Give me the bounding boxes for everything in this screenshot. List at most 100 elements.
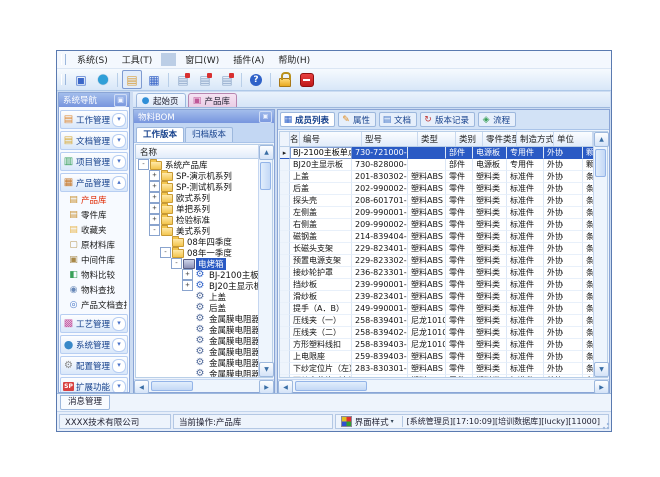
tree-horizontal-scrollbar[interactable]: ◀ ▶ (134, 379, 274, 392)
sidebar-options-icon[interactable]: ▣ (114, 94, 127, 107)
sidebar-entry[interactable]: 中间件库 (60, 252, 128, 267)
sidebar-entry[interactable]: 产品文档查找 (60, 297, 128, 312)
toolbar-button[interactable] (173, 70, 193, 89)
tree-expander-icon[interactable] (182, 368, 193, 377)
sidebar-entry[interactable]: 工艺管理 ▾ (60, 314, 128, 333)
tree-node[interactable]: 金属膜电阻器 (136, 368, 258, 377)
toolbar-button[interactable] (297, 70, 317, 89)
member-tab[interactable]: 属性 (338, 112, 376, 127)
tree-node[interactable]: 上盖 (136, 291, 258, 302)
tree-expander-icon[interactable]: - (160, 247, 171, 258)
tree-expander-icon[interactable] (182, 357, 193, 368)
scrollbar-thumb[interactable] (595, 149, 606, 177)
tree-column-header[interactable]: 名称 (136, 145, 258, 159)
tree-expander-icon[interactable] (182, 346, 193, 357)
sidebar-entry[interactable]: 物料查找 (60, 282, 128, 297)
menu-item[interactable]: 系统(S) (70, 52, 115, 67)
dropdown-arrow-icon[interactable]: ▾ (391, 418, 394, 425)
sidebar-entry[interactable]: 产品管理 ▴ (60, 173, 128, 192)
tree-node[interactable]: + BJ-2100主板单点 (136, 269, 258, 280)
tree-expander-icon[interactable] (182, 324, 193, 335)
message-manager-tab[interactable]: 消息管理 (60, 395, 110, 410)
chevron-icon[interactable]: ▾ (112, 134, 126, 148)
document-tab[interactable]: 产品库 (188, 93, 238, 107)
member-tab[interactable]: 文档 (379, 112, 417, 127)
resize-grip[interactable] (600, 420, 610, 430)
menu-item[interactable]: 插件(A) (226, 52, 271, 67)
sidebar-entry[interactable]: 产品库 (60, 192, 128, 207)
chevron-icon[interactable]: ▾ (112, 113, 126, 127)
tree-vertical-scrollbar[interactable]: ▲ ▼ (258, 145, 272, 377)
column-header[interactable]: 制造方式 (517, 132, 554, 146)
tree-expander-icon[interactable]: + (149, 192, 160, 203)
toolbar-button[interactable] (93, 70, 113, 89)
scroll-down-icon[interactable]: ▼ (594, 362, 609, 377)
menu-item[interactable] (161, 53, 176, 66)
column-header[interactable]: 类型 (418, 132, 456, 146)
document-tab[interactable]: 起始页 (136, 93, 186, 107)
tree-expander-icon[interactable] (182, 335, 193, 346)
sidebar-entry[interactable]: 零件库 (60, 207, 128, 222)
toolbar-button[interactable] (270, 73, 271, 87)
tree-node[interactable]: - 08年一季度 (136, 247, 258, 258)
table-row[interactable]: 压线夹（二） 258-839402-00I 尼龙1010 零件 塑料类 标准件 … (280, 327, 593, 339)
table-row[interactable]: 右侧盖 209-990002-01I 塑料ABS 零件 塑料类 标准件 外协 条 (280, 219, 593, 231)
sidebar-entry[interactable]: 系统管理 ▾ (60, 335, 128, 354)
interface-style-label[interactable]: 界面样式 (355, 416, 389, 428)
tree-node[interactable]: + BJ20主显示板 (136, 280, 258, 291)
scrollbar-thumb[interactable] (295, 381, 367, 391)
tree-node[interactable]: + SP-演示机系列 (136, 170, 258, 181)
toolbar-button[interactable] (195, 70, 215, 89)
toolbar-grip[interactable] (61, 74, 66, 85)
tree-node[interactable]: - 美式系列 (136, 225, 258, 236)
tree-expander-icon[interactable] (160, 236, 171, 247)
sidebar-entry[interactable]: 配置管理 ▾ (60, 356, 128, 375)
sidebar-entry[interactable]: 工作管理 ▾ (60, 110, 128, 129)
toolbar-button[interactable] (71, 70, 91, 89)
sidebar-entry[interactable]: 收藏夹 (60, 222, 128, 237)
table-row[interactable]: 长磁头支架 229-823401-00I 塑料ABS 零件 塑料类 标准件 外协… (280, 243, 593, 255)
toolbar-button[interactable] (117, 73, 118, 87)
table-row[interactable]: 上盖 201-830302-00I 塑料ABS 零件 塑料类 标准件 外协 条 (280, 171, 593, 183)
toolbar-button[interactable] (122, 70, 142, 89)
menu-item[interactable]: 窗口(W) (178, 52, 226, 67)
scroll-up-icon[interactable]: ▲ (259, 145, 274, 160)
table-row[interactable]: 下纱定位片（左） 283-830301-00I 塑料ABS 零件 塑料类 标准件… (280, 363, 593, 375)
chevron-icon[interactable]: ▾ (112, 380, 126, 393)
menu-item[interactable]: 帮助(H) (271, 52, 317, 67)
tree-expander-icon[interactable] (182, 291, 193, 302)
menu-item[interactable]: 工具(T) (115, 52, 160, 67)
table-row[interactable]: 压线夹（一） 258-839401-00I 尼龙1010 零件 塑料类 标准件 … (280, 315, 593, 327)
toolbar-button[interactable] (275, 70, 295, 89)
tree-node[interactable]: + 单把系列 (136, 203, 258, 214)
tree-expander-icon[interactable] (182, 313, 193, 324)
table-row[interactable]: BJ20主显示板 730-828000-04I 部件 电源板 专用件 外协 颗 (280, 159, 593, 171)
tree-node[interactable]: + SP-测试机系列 (136, 181, 258, 192)
chevron-icon[interactable]: ▾ (112, 359, 126, 373)
chevron-icon[interactable]: ▾ (112, 155, 126, 169)
sidebar-entry[interactable]: 扩展功能 ▾ (60, 377, 128, 392)
tree-expander-icon[interactable] (182, 302, 193, 313)
tree-expander-icon[interactable]: + (149, 203, 160, 214)
scrollbar-thumb[interactable] (151, 381, 193, 391)
sidebar-entry[interactable]: 项目管理 ▾ (60, 152, 128, 171)
scroll-left-icon[interactable]: ◀ (134, 380, 149, 394)
tree-expander-icon[interactable]: + (149, 214, 160, 225)
tree-node[interactable]: 金属膜电阻器 (136, 324, 258, 335)
member-tab[interactable]: 版本记录 (420, 112, 475, 127)
column-header[interactable]: 单位 (554, 132, 593, 146)
table-row[interactable]: 滑纱板 239-823401-00I 塑料ABS 零件 塑料类 标准件 外协 条 (280, 291, 593, 303)
member-tab[interactable]: 流程 (478, 112, 516, 127)
table-row[interactable]: 磁钢盖 214-839404-01I 塑料ABS 零件 塑料类 标准件 外协 条 (280, 231, 593, 243)
chevron-icon[interactable]: ▴ (112, 176, 126, 190)
tree-node[interactable]: 金属膜电阻器 (136, 357, 258, 368)
tree-node[interactable]: + 检验标准 (136, 214, 258, 225)
scroll-up-icon[interactable]: ▲ (594, 132, 609, 147)
table-row[interactable]: BJ-2100主板单点 730-721000-12I 部件 电源板 专用件 外协… (280, 147, 593, 159)
tree-node[interactable]: 金属膜电阻器 (136, 346, 258, 357)
sidebar-entry[interactable]: 物料比较 (60, 267, 128, 282)
table-row[interactable]: 预置电源支架 229-823302-00I 塑料ABS 零件 塑料类 标准件 外… (280, 255, 593, 267)
tree-expander-icon[interactable]: - (149, 225, 160, 236)
toolbar-button[interactable] (241, 73, 242, 87)
table-row[interactable]: 接纱轮护罩 236-823301-00I 塑料ABS 零件 塑料类 标准件 外协… (280, 267, 593, 279)
